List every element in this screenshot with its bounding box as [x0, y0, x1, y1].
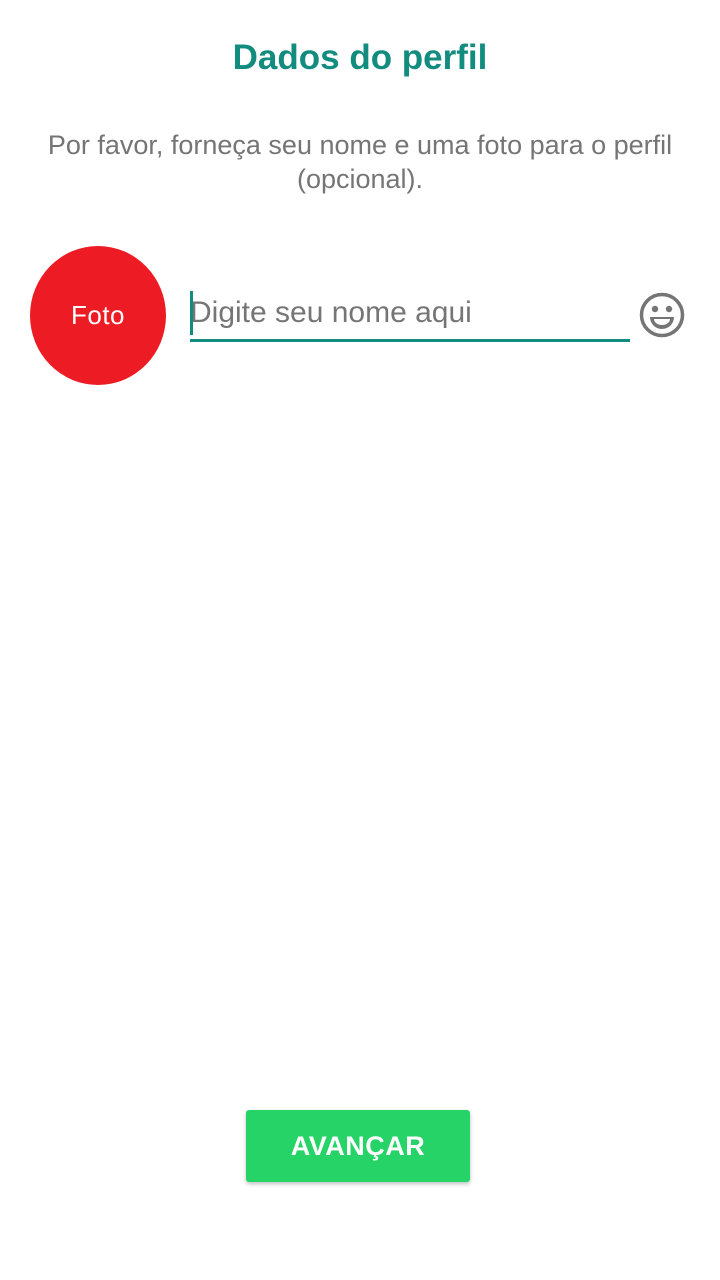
- smiley-face-icon[interactable]: [639, 292, 685, 338]
- text-cursor: [190, 291, 193, 335]
- page-title: Dados do perfil: [232, 38, 488, 77]
- photo-label: Foto: [70, 300, 126, 330]
- instructions-text: Por favor, forneça seu nome e uma foto p…: [47, 130, 673, 194]
- name-field[interactable]: [190, 288, 630, 342]
- next-button[interactable]: AVANÇAR: [246, 1110, 470, 1182]
- profile-screen: Dados do perfil Por favor, forneça seu n…: [0, 0, 720, 1280]
- profile-photo-button[interactable]: Foto: [30, 246, 166, 385]
- name-input[interactable]: [190, 288, 630, 338]
